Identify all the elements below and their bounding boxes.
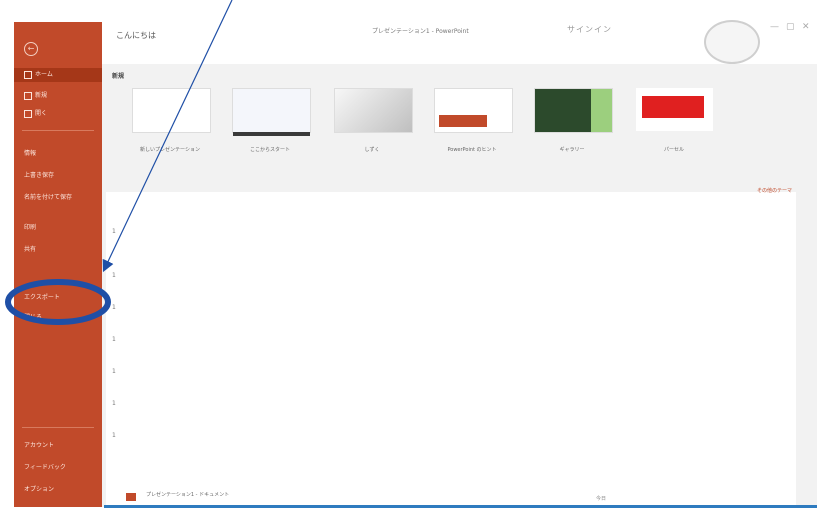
- title-bar: こんにちは プレゼンテーション1 - PowerPoint サインイン — ▢ …: [102, 20, 817, 64]
- list-marker: 1: [112, 304, 116, 311]
- sidebar-item-new[interactable]: 新規: [14, 90, 102, 100]
- template-thumbnail: [435, 89, 512, 132]
- recent-file-date: 今日: [596, 496, 607, 502]
- template-label: ギャラリー: [559, 147, 585, 153]
- recent-file-name: プレゼンテーション1 - ドキュメント: [146, 492, 230, 498]
- template-thumbnail: [335, 89, 412, 132]
- template-start-here[interactable]: [232, 88, 311, 136]
- list-marker: 1: [112, 228, 116, 235]
- maximize-icon[interactable]: ▢: [786, 22, 795, 32]
- backstage-sidebar: ← ホーム 新規 開く 情報 上書き保存 名前を付けて保存 印刷 共有 エクスポ…: [14, 22, 102, 507]
- backstage-main: こんにちは プレゼンテーション1 - PowerPoint サインイン — ▢ …: [102, 20, 817, 512]
- list-marker: 1: [112, 400, 116, 407]
- close-icon[interactable]: ✕: [802, 22, 810, 32]
- account-area[interactable]: サインイン: [567, 24, 612, 35]
- recent-files-panel: その他のテーマ 1 1 1 1 1 1 1 プレゼンテーション1 - ドキュメン…: [106, 188, 796, 512]
- home-icon: [24, 70, 32, 79]
- gallery-dark-panel: [535, 89, 591, 132]
- sidebar-item-account[interactable]: アカウント: [14, 440, 102, 449]
- recent-file-row[interactable]: プレゼンテーション1 - ドキュメント 今日: [116, 491, 776, 505]
- template-label: パーセル: [663, 147, 684, 153]
- sidebar-item-close[interactable]: 閉じる: [14, 312, 102, 321]
- greeting-heading: こんにちは: [116, 31, 156, 40]
- new-heading: 新規: [112, 73, 125, 80]
- powerpoint-file-icon: [126, 493, 136, 501]
- sidebar-divider: [22, 130, 94, 131]
- template-thumbnail: [535, 89, 612, 132]
- sidebar-item-open[interactable]: 開く: [14, 108, 102, 118]
- avatar[interactable]: [704, 20, 760, 64]
- sidebar-item-feedback[interactable]: フィードバック: [14, 462, 102, 471]
- window-bottom-border: [104, 505, 817, 508]
- minimize-icon[interactable]: —: [770, 22, 779, 32]
- sidebar-divider: [22, 427, 94, 428]
- list-marker: 1: [112, 336, 116, 343]
- sidebar-item-home[interactable]: ホーム: [14, 68, 102, 82]
- sidebar-item-info[interactable]: 情報: [14, 148, 102, 157]
- tips-accent-bar: [439, 115, 487, 127]
- more-themes-link[interactable]: その他のテーマ: [757, 187, 792, 194]
- new-templates-section: 新規 新しいプレゼンテーション ここからスタート しずく PowerPoint …: [102, 68, 817, 188]
- template-gallery[interactable]: [534, 88, 613, 133]
- list-marker: 1: [112, 272, 116, 279]
- sidebar-item-save-as[interactable]: 名前を付けて保存: [14, 192, 102, 201]
- back-arrow-icon[interactable]: ←: [24, 42, 38, 56]
- template-label: しずく: [364, 147, 380, 153]
- new-file-icon: [24, 91, 32, 100]
- template-label: 新しいプレゼンテーション: [140, 147, 200, 153]
- template-tips[interactable]: [434, 88, 513, 133]
- template-droplet[interactable]: [334, 88, 413, 133]
- template-thumbnail: [233, 89, 310, 136]
- template-label: PowerPoint のヒント: [447, 147, 497, 153]
- folder-icon: [24, 109, 32, 118]
- gallery-green-panel: [591, 89, 612, 132]
- list-marker: 1: [112, 432, 116, 439]
- template-label: ここからスタート: [249, 147, 290, 153]
- sidebar-item-options[interactable]: オプション: [14, 484, 102, 493]
- sidebar-item-save[interactable]: 上書き保存: [14, 170, 102, 179]
- template-blank[interactable]: [132, 88, 211, 133]
- parcel-red-panel: [642, 96, 704, 118]
- list-marker: 1: [112, 368, 116, 375]
- sidebar-item-export[interactable]: エクスポート: [14, 292, 102, 301]
- sidebar-item-share[interactable]: 共有: [14, 244, 102, 253]
- sidebar-item-print[interactable]: 印刷: [14, 222, 102, 231]
- template-parcel[interactable]: [636, 88, 713, 131]
- document-title: プレゼンテーション1 - PowerPoint: [372, 28, 469, 35]
